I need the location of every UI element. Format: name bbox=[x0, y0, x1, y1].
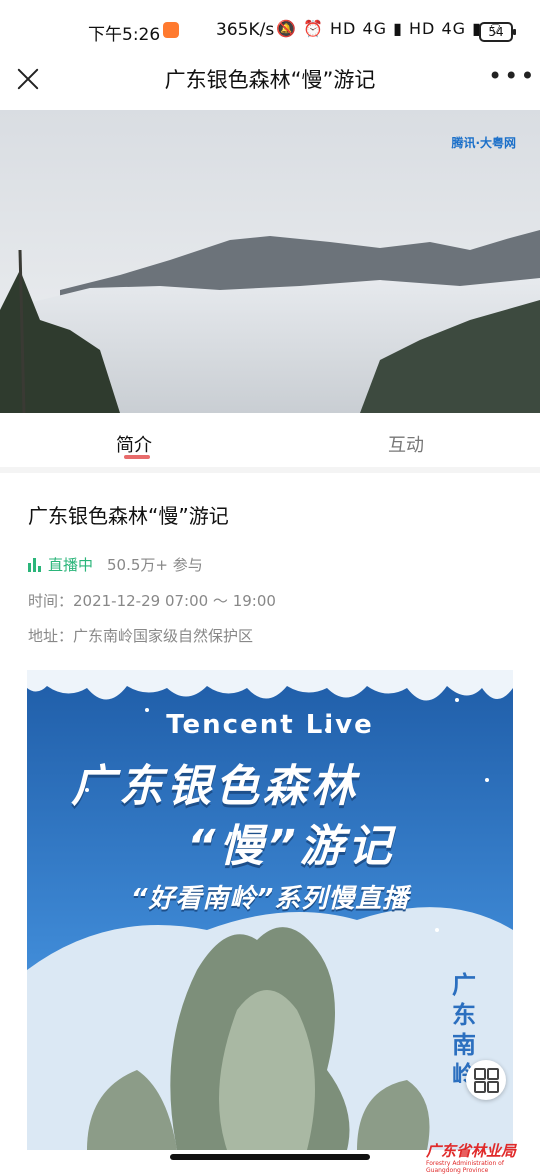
participant-count: 50.5万+ 参与 bbox=[107, 556, 203, 574]
live-bars-icon bbox=[28, 558, 42, 572]
event-title: 广东银色森林“慢”游记 bbox=[28, 504, 229, 528]
tab-interact[interactable]: 互动 bbox=[388, 431, 424, 457]
event-time: 时间：2021-12-29 07:00 ～ 19:00 bbox=[28, 592, 276, 610]
poster-title-line1: 广东银色森林 bbox=[71, 761, 359, 812]
live-status-row: 直播中 50.5万+ 参与 bbox=[28, 554, 203, 575]
title-bar: 广东银色森林“慢”游记 ••• bbox=[0, 60, 540, 110]
page-title: 广东银色森林“慢”游记 bbox=[164, 68, 376, 92]
more-options-icon[interactable]: ••• bbox=[488, 64, 536, 88]
misty-mountain-image bbox=[0, 110, 540, 413]
home-indicator[interactable] bbox=[170, 1154, 370, 1160]
live-status: 直播中 bbox=[48, 556, 94, 574]
event-address: 地址：广东南岭国家级自然保护区 bbox=[28, 627, 254, 645]
tab-active-indicator bbox=[124, 455, 150, 459]
network-speed: 365K/s bbox=[216, 20, 275, 40]
poster-subtitle: “好看南岭”系列慢直播 bbox=[130, 884, 410, 914]
poster-title-line2: “慢”游记 bbox=[187, 821, 396, 872]
tencent-dayue-logo: 腾讯·大粤网 bbox=[451, 136, 516, 150]
forestry-bureau-subtitle: Forestry Administration of Guangdong Pro… bbox=[426, 1160, 504, 1174]
app-notification-icon bbox=[163, 22, 179, 38]
status-bar: 下午5:26 365K/s 🔕 ⏰ HD 4G ▮ HD 4G ▮ ⌔ 54 bbox=[0, 0, 540, 60]
status-time: 下午5:26 bbox=[88, 25, 161, 45]
grid-menu-button[interactable] bbox=[466, 1060, 506, 1100]
tab-bar: 简介 互动 bbox=[0, 413, 540, 468]
poster-en-title: Tencent Live bbox=[166, 710, 374, 740]
hero-video-cover[interactable]: 腾讯·大粤网 bbox=[0, 110, 540, 413]
divider bbox=[0, 467, 540, 473]
forestry-bureau-logo: 广东省林业局 bbox=[426, 1142, 517, 1160]
battery-icon: 54 bbox=[479, 22, 516, 42]
status-indicators-icon: 🔕 ⏰ HD 4G ▮ HD 4G ▮ ⌔ bbox=[276, 19, 505, 38]
event-poster: Tencent Live 广东银色森林 “慢”游记 “好看南岭”系列慢直播 广东… bbox=[27, 670, 513, 1150]
tab-intro[interactable]: 简介 bbox=[116, 431, 152, 457]
